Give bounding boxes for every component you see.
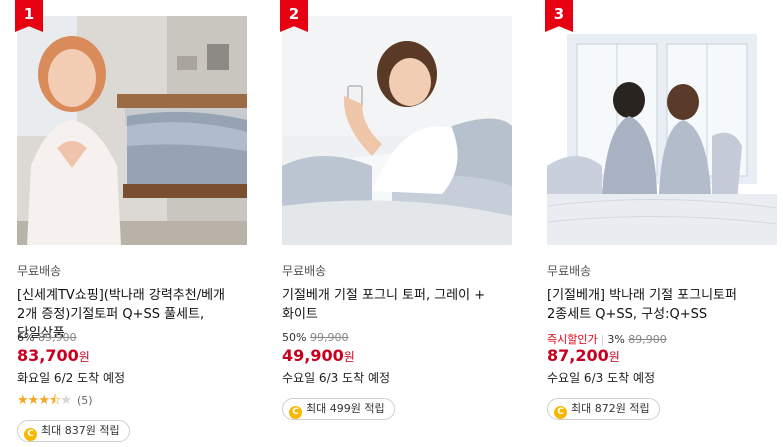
product-photo-bedroom-heart-icon bbox=[17, 16, 247, 245]
star-icon: ★ bbox=[17, 393, 29, 408]
discount-rate: 6% bbox=[17, 331, 35, 344]
shipping-label: 무료배송 bbox=[282, 264, 327, 278]
product-photo-woman-phone-icon bbox=[282, 16, 512, 245]
delivery-estimate: 화요일 6/2 도착 예정 bbox=[17, 371, 126, 385]
discount-rate: 50% bbox=[282, 331, 307, 344]
product-card-3[interactable]: 3 무료배송 [기절베개] 박나래 기절 포그니토퍼 2종세트 Q+SS, 구성… bbox=[545, 0, 779, 447]
price-meta: 6% 89,900 bbox=[17, 331, 76, 344]
sale-price-value: 87,200 bbox=[547, 346, 609, 365]
product-card-2[interactable]: 2 무료배송 기절베개 기절 포그니 토퍼, 그레이 + 화이트 50% 99,… bbox=[280, 0, 514, 447]
product-title[interactable]: [기절베개] 박나래 기절 포그니토퍼 2종세트 Q+SS, 구성:Q+SS bbox=[547, 286, 777, 324]
points-text: 최대 872원 적립 bbox=[571, 402, 650, 415]
sale-price: 49,900원 bbox=[282, 346, 355, 365]
sale-price-value: 49,900 bbox=[282, 346, 344, 365]
star-empty-icon: ★ bbox=[60, 393, 72, 408]
sale-price: 83,700원 bbox=[17, 346, 90, 365]
meta-separator: | bbox=[600, 333, 605, 346]
coin-icon: C bbox=[24, 428, 37, 441]
shipping-label: 무료배송 bbox=[17, 264, 62, 278]
coin-icon: C bbox=[554, 406, 567, 419]
discount-rate: 3% bbox=[607, 333, 625, 346]
points-badge: C 최대 499원 적립 bbox=[282, 398, 395, 420]
shipping-label: 무료배송 bbox=[547, 264, 592, 278]
sale-price-value: 83,700 bbox=[17, 346, 79, 365]
product-photo-couple-window-icon bbox=[547, 16, 777, 245]
currency-unit: 원 bbox=[78, 350, 90, 364]
points-badge: C 최대 872원 적립 bbox=[547, 398, 660, 420]
price-meta: 50% 99,900 bbox=[282, 331, 348, 344]
instant-discount-tag: 즉시할인가 bbox=[547, 333, 598, 346]
star-icon: ★ bbox=[27, 393, 40, 408]
delivery-estimate: 수요일 6/3 도착 예정 bbox=[547, 371, 656, 385]
product-image[interactable] bbox=[17, 16, 247, 245]
sale-price: 87,200원 bbox=[547, 346, 620, 365]
points-text: 최대 837원 적립 bbox=[41, 424, 120, 437]
points-text: 최대 499원 적립 bbox=[306, 402, 385, 415]
product-image[interactable] bbox=[282, 16, 512, 245]
price-meta: 즉시할인가 | 3% 89,900 bbox=[547, 331, 667, 347]
rating-stars: ★★★⯪★ (5) bbox=[17, 391, 93, 413]
review-count: (5) bbox=[76, 394, 93, 407]
product-image[interactable] bbox=[547, 16, 777, 245]
product-card-1[interactable]: 1 무료배송 [신세계TV쇼핑](박나래 강력추천/베개 2개 증정)기절토퍼 … bbox=[15, 0, 249, 447]
points-badge: C 최대 837원 적립 bbox=[17, 420, 130, 442]
half-star-icon: ⯪ bbox=[48, 393, 61, 408]
currency-unit: 원 bbox=[608, 350, 620, 364]
star-icon: ★ bbox=[38, 393, 50, 408]
coin-icon: C bbox=[289, 406, 302, 419]
product-title[interactable]: 기절베개 기절 포그니 토퍼, 그레이 + 화이트 bbox=[282, 286, 512, 324]
original-price: 99,900 bbox=[309, 331, 349, 344]
currency-unit: 원 bbox=[343, 350, 355, 364]
original-price: 89,900 bbox=[628, 333, 667, 346]
delivery-estimate: 수요일 6/3 도착 예정 bbox=[282, 371, 391, 385]
original-price: 89,900 bbox=[37, 331, 77, 344]
